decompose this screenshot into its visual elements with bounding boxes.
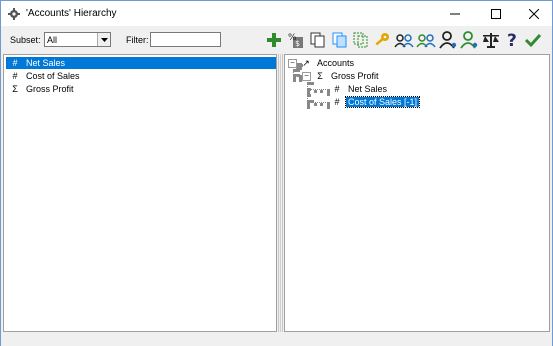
user-add-icon[interactable] — [459, 30, 479, 50]
collapse-icon[interactable]: − — [302, 71, 311, 81]
user-icon[interactable] — [438, 30, 458, 50]
dashed-copy-icon[interactable] — [351, 30, 371, 50]
users-green-icon[interactable] — [416, 30, 436, 50]
list-item-label: Gross Profit — [26, 84, 74, 94]
checkmark-icon[interactable] — [523, 30, 543, 50]
filter-input[interactable] — [150, 32, 221, 47]
tree-node-cost-of-sales[interactable]: # Cost of Sales [-1] — [328, 96, 421, 108]
svg-text:$: $ — [295, 39, 300, 48]
subset-label: Subset: — [10, 35, 41, 45]
chevron-down-icon — [97, 33, 110, 46]
hierarchy-window: 'Accounts' Hierarchy Subset: All Filter:… — [0, 0, 553, 346]
tree-node-label: Cost of Sales [-1] — [344, 96, 421, 108]
hierarchy-tree-panel[interactable]: − ↗ Accounts − Σ Gross Profit # Net Sale… — [284, 54, 550, 332]
numeric-element-icon: # — [334, 97, 340, 107]
numeric-element-icon: # — [12, 71, 18, 81]
scale-icon[interactable] — [481, 30, 501, 50]
add-element-icon[interactable] — [264, 30, 284, 50]
tree-connector — [307, 102, 330, 106]
paste-icon[interactable] — [330, 30, 350, 50]
close-button[interactable] — [517, 1, 551, 26]
collapse-icon[interactable]: − — [288, 58, 297, 68]
minimize-icon — [450, 13, 460, 14]
copy-icon[interactable] — [308, 30, 328, 50]
panel-splitter[interactable] — [278, 54, 283, 332]
tree-connector — [307, 89, 330, 93]
element-list-panel[interactable]: # Net Sales # Cost of Sales Σ Gross Prof… — [3, 54, 277, 332]
tree-node-accounts[interactable]: − ↗ Accounts — [288, 57, 356, 69]
status-bar — [1, 334, 552, 346]
numeric-element-icon: # — [334, 84, 340, 94]
minimize-button[interactable] — [438, 1, 472, 26]
numeric-element-icon: # — [12, 58, 18, 68]
window-title: 'Accounts' Hierarchy — [26, 8, 117, 19]
list-item[interactable]: Σ Gross Profit — [6, 83, 276, 95]
gear-icon — [8, 7, 20, 20]
list-item-label: Net Sales — [26, 58, 66, 68]
list-item-label: Cost of Sales — [26, 71, 80, 81]
maximize-icon — [491, 8, 501, 19]
splitter-line — [280, 54, 281, 332]
key-icon[interactable] — [372, 30, 392, 50]
maximize-button[interactable] — [479, 1, 513, 26]
help-icon[interactable]: ? — [502, 30, 522, 50]
list-item[interactable]: # Cost of Sales — [6, 70, 276, 82]
percent-element-icon[interactable]: % $ — [286, 30, 306, 50]
subset-dropdown[interactable]: All — [44, 32, 111, 47]
consolidated-element-icon: Σ — [12, 84, 18, 94]
tree-node-label: Accounts — [317, 58, 355, 68]
tree-node-label: Gross Profit — [331, 71, 379, 81]
svg-text:?: ? — [507, 31, 517, 49]
title-bar: 'Accounts' Hierarchy — [1, 1, 552, 26]
list-item[interactable]: # Net Sales — [6, 57, 276, 69]
tree-node-gross-profit[interactable]: − Σ Gross Profit — [302, 70, 381, 82]
filter-label: Filter: — [126, 35, 149, 45]
hierarchy-root-icon: ↗ — [302, 57, 310, 68]
tree-node-net-sales[interactable]: # Net Sales — [328, 83, 389, 95]
close-icon — [529, 8, 539, 19]
subset-value: All — [47, 34, 58, 45]
tree-connector — [293, 75, 302, 79]
toolbar: Subset: All Filter: % $ ? — [1, 26, 552, 54]
users-icon[interactable] — [394, 30, 414, 50]
consolidated-element-icon: Σ — [317, 71, 323, 81]
tree-node-label: Net Sales — [348, 84, 388, 94]
